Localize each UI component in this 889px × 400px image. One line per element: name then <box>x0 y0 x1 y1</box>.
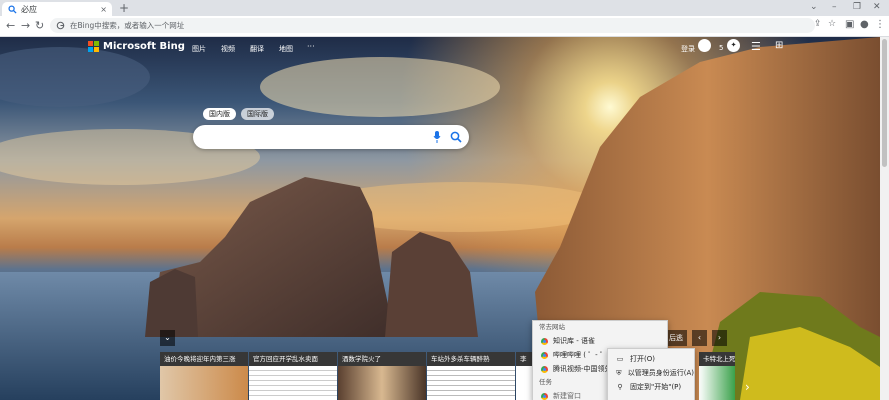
microphone-icon[interactable] <box>433 131 441 143</box>
news-card-image <box>338 366 426 400</box>
nav-maps[interactable]: 地图 <box>279 44 293 54</box>
news-card-title: 油价今晚将迎年内第三涨 <box>160 352 248 366</box>
reload-icon[interactable]: ↻ <box>35 19 44 32</box>
minimize-button[interactable]: – <box>832 2 837 12</box>
nav-images[interactable]: 图片 <box>192 44 206 54</box>
shield-icon: ⛨ <box>616 369 622 377</box>
rewards-points: 5 <box>719 44 724 52</box>
close-window-button[interactable]: ✕ <box>873 2 881 12</box>
menu-item-run-as-admin[interactable]: ⛨ 以管理员身份运行(A) <box>608 366 694 380</box>
chrome-icon <box>541 337 548 345</box>
pin-icon: ⚲ <box>617 383 623 391</box>
rewards-medal-icon[interactable]: ✦ <box>727 39 740 52</box>
sidepanel-icon[interactable]: ▣ <box>845 19 854 30</box>
tab-strip: 必应 × + ⌄ – ❐ ✕ <box>0 0 889 16</box>
nav-translate[interactable]: 翻译 <box>250 44 264 54</box>
region-tab-cn[interactable]: 国内版 <box>203 108 236 120</box>
bing-homepage: Microsoft Bing 图片 视频 翻译 地图 ··· 登录 5 ✦ ☰ … <box>0 37 880 400</box>
news-prev-button[interactable]: ‹ <box>692 330 707 346</box>
logo-text: Microsoft Bing <box>103 41 185 52</box>
news-card-image <box>160 366 248 400</box>
news-more-label[interactable]: 后逃 <box>665 330 687 346</box>
menu-item-open[interactable]: ▭ 打开(O) <box>608 352 694 366</box>
news-card-title: 车站外多杀车辆醉熟 <box>427 352 515 366</box>
address-placeholder: 在Bing中搜索，或者输入一个网址 <box>70 21 185 30</box>
forward-arrow-icon[interactable]: → <box>21 19 30 32</box>
search-input[interactable] <box>193 125 469 149</box>
menu-item-label: 以管理员身份运行(A) <box>627 369 694 377</box>
hamburger-menu-icon[interactable]: ☰ <box>751 40 761 53</box>
share-icon[interactable]: ⇪ <box>814 19 822 29</box>
back-arrow-icon[interactable]: ← <box>6 19 15 32</box>
menu-kebab-icon[interactable]: ⋮ <box>875 19 885 30</box>
menu-item-label: 打开(O) <box>630 355 655 363</box>
bing-logo[interactable]: Microsoft Bing <box>88 41 185 52</box>
menu-item-label: 固定到"开始"(P) <box>630 383 682 391</box>
news-card-image <box>427 366 515 400</box>
avatar-icon[interactable] <box>698 39 711 52</box>
address-bar[interactable]: 在Bing中搜索，或者输入一个网址 ⇪ ☆ <box>50 18 836 33</box>
news-card-title: 酒数学院火了 <box>338 352 426 366</box>
news-next-button[interactable]: › <box>712 330 727 346</box>
region-tab-intl[interactable]: 国际版 <box>241 108 274 120</box>
menu-item-pin-to-start[interactable]: ⚲ 固定到"开始"(P) <box>608 380 694 394</box>
nav-videos[interactable]: 视频 <box>221 44 235 54</box>
chrome-icon <box>541 351 548 359</box>
news-card[interactable]: 车站外多杀车辆醉熟 <box>427 352 515 400</box>
news-card[interactable]: 官方回应开学乱水卖面 <box>249 352 337 400</box>
news-card[interactable]: 酒数学院火了 <box>338 352 426 400</box>
background-image <box>0 37 880 400</box>
browser-toolbar: ← → ↻ 在Bing中搜索，或者输入一个网址 ⇪ ☆ ▣ ● ⋮ <box>0 16 889 37</box>
jumplist-section-frequent: 常去网站 <box>539 323 565 331</box>
tab-bing[interactable]: 必应 × <box>2 2 112 16</box>
window-icon: ▭ <box>616 355 624 363</box>
new-tab-button[interactable]: + <box>119 2 129 14</box>
news-card[interactable]: 李 <box>516 352 532 400</box>
maximize-button[interactable]: ❐ <box>853 2 861 12</box>
nav-more[interactable]: ··· <box>307 42 315 51</box>
news-card-title: 卡特北上死 <box>699 352 735 366</box>
tab-search-icon[interactable]: ⌄ <box>810 2 818 12</box>
jumplist-item-label: 新建窗口 <box>553 392 581 400</box>
collapse-news-button[interactable]: ⌄ <box>160 330 175 346</box>
carousel-next-icon[interactable]: › <box>745 380 750 394</box>
tab-title: 必应 <box>21 4 37 14</box>
login-link[interactable]: 登录 <box>681 44 695 54</box>
chrome-icon <box>541 392 548 400</box>
search-icon[interactable] <box>450 131 462 143</box>
news-card[interactable]: 油价今晚将迎年内第三涨 <box>160 352 248 400</box>
news-card[interactable]: 卡特北上死 <box>699 352 735 400</box>
context-menu: ▭ 打开(O) ⛨ 以管理员身份运行(A) ⚲ 固定到"开始"(P) <box>607 348 695 400</box>
news-card-title: 李 <box>516 352 532 366</box>
bookmark-star-icon[interactable]: ☆ <box>828 19 836 29</box>
tab-close-icon[interactable]: × <box>100 5 107 14</box>
google-g-icon <box>56 21 65 30</box>
jumplist-item-label: 知识库 - 语雀 <box>553 337 595 345</box>
jumplist-item[interactable]: 知识库 - 语雀 <box>533 334 667 348</box>
microsoft-logo-icon <box>88 41 99 52</box>
profile-icon[interactable]: ● <box>860 19 869 30</box>
news-card-image <box>699 366 735 400</box>
news-card-title: 官方回应开学乱水卖面 <box>249 352 337 366</box>
grid-apps-icon[interactable]: ⊞ <box>775 40 783 51</box>
chrome-icon <box>541 365 548 373</box>
scrollbar-thumb[interactable] <box>882 39 887 167</box>
news-card-image <box>249 366 337 400</box>
search-favicon-icon <box>8 4 17 14</box>
